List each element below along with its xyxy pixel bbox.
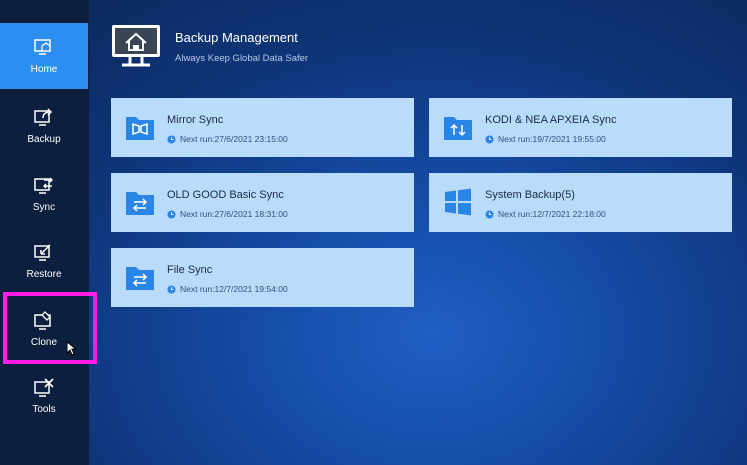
task-next-run: Next run:27/6/2021 18:31:00 <box>167 209 288 219</box>
task-card-old-good-basic-sync[interactable]: OLD GOOD Basic Sync Next run:27/6/2021 1… <box>111 173 414 232</box>
home-icon <box>34 39 51 55</box>
sync-icon <box>34 177 53 194</box>
backup-icon <box>34 108 53 126</box>
sidebar-item-label: Backup <box>27 134 61 145</box>
sidebar-item-label: Clone <box>30 337 58 348</box>
page-title: Backup Management <box>175 30 298 45</box>
sidebar-item-tools[interactable]: Tools <box>0 363 88 429</box>
file-sync-folder-icon <box>126 267 154 290</box>
tools-icon <box>34 378 54 397</box>
app-window: Home Backup Sync Restore Clone Tools Bac… <box>0 0 747 465</box>
sidebar-item-label: Home <box>30 64 58 75</box>
sidebar-item-label: Tools <box>32 404 56 415</box>
task-title: File Sync <box>167 264 213 276</box>
sidebar: Home Backup Sync Restore Clone Tools <box>0 0 89 465</box>
clock-icon <box>167 134 176 144</box>
task-title: KODI & NEA APXEIA Sync <box>485 114 617 126</box>
restore-icon <box>34 244 51 261</box>
next-run-text: Next run:19/7/2021 19:55:00 <box>498 134 606 144</box>
sidebar-item-label: Restore <box>26 269 62 280</box>
task-card-kodi-sync[interactable]: KODI & NEA APXEIA Sync Next run:19/7/202… <box>429 98 732 157</box>
sidebar-item-restore[interactable]: Restore <box>0 228 88 294</box>
clock-icon <box>485 209 494 219</box>
task-next-run: Next run:12/7/2021 22:18:00 <box>485 209 606 219</box>
task-card-mirror-sync[interactable]: Mirror Sync Next run:27/6/2021 23:15:00 <box>111 98 414 157</box>
task-card-system-backup[interactable]: System Backup(5) Next run:12/7/2021 22:1… <box>429 173 732 232</box>
task-title: System Backup(5) <box>485 189 575 201</box>
next-run-text: Next run:12/7/2021 22:18:00 <box>498 209 606 219</box>
two-way-sync-folder-icon <box>444 117 472 140</box>
mirror-sync-folder-icon <box>126 117 154 140</box>
sidebar-item-label: Sync <box>32 202 56 213</box>
task-title: Mirror Sync <box>167 114 224 126</box>
clock-icon <box>485 134 494 144</box>
clock-icon <box>167 284 176 294</box>
task-next-run: Next run:12/7/2021 19:54:00 <box>167 284 288 294</box>
next-run-text: Next run:27/6/2021 23:15:00 <box>180 134 288 144</box>
page-subtitle: Always Keep Global Data Safer <box>175 53 309 64</box>
next-run-text: Next run:27/6/2021 18:31:00 <box>180 209 288 219</box>
task-card-file-sync[interactable]: File Sync Next run:12/7/2021 19:54:00 <box>111 248 414 307</box>
task-next-run: Next run:19/7/2021 19:55:00 <box>485 134 606 144</box>
sidebar-item-sync[interactable]: Sync <box>0 161 88 227</box>
clock-icon <box>167 209 176 219</box>
clone-icon <box>34 311 51 330</box>
basic-sync-folder-icon <box>126 192 154 215</box>
next-run-text: Next run:12/7/2021 19:54:00 <box>180 284 288 294</box>
task-title: OLD GOOD Basic Sync <box>167 189 284 201</box>
backup-management-monitor-icon <box>112 25 160 67</box>
task-next-run: Next run:27/6/2021 23:15:00 <box>167 134 288 144</box>
mouse-cursor-icon <box>66 341 76 356</box>
sidebar-item-backup[interactable]: Backup <box>0 93 88 159</box>
sidebar-item-home[interactable]: Home <box>0 23 88 89</box>
windows-logo-icon <box>445 188 471 216</box>
